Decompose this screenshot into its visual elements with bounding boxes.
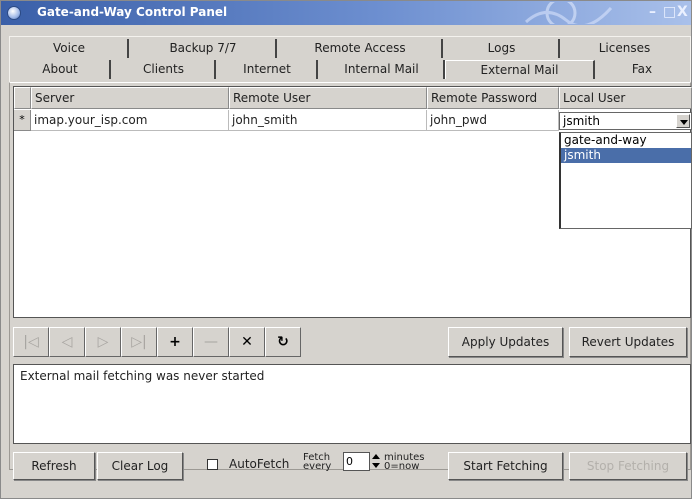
tab-internal-mail[interactable]: Internal Mail (320, 60, 445, 79)
minus-icon: — (204, 334, 218, 350)
refresh-icon: ↻ (277, 334, 289, 350)
last-record-button[interactable]: ▷| (121, 327, 157, 357)
stop-fetching-button[interactable]: Stop Fetching (569, 452, 687, 480)
first-icon: |◁ (23, 334, 39, 350)
dropdown-option-selected[interactable]: jsmith (561, 148, 691, 163)
tab-row-1: Voice Backup 7/7 Remote Access Logs Lice… (11, 39, 687, 58)
close-icon[interactable]: X (677, 4, 688, 20)
remove-record-button[interactable]: — (193, 327, 229, 357)
caret-down-icon[interactable] (372, 463, 380, 468)
column-header-remote-password[interactable]: Remote Password (427, 87, 559, 109)
refresh-button[interactable]: Refresh (13, 452, 95, 480)
cell-remote-password[interactable]: john_pwd (427, 110, 559, 131)
last-icon: ▷| (131, 334, 147, 350)
titlebar-decoration-icon (524, 2, 613, 24)
prev-icon: ◁ (61, 334, 73, 350)
control-panel-window: Gate-and-Way Control Panel – □ X Voice B… (0, 0, 692, 499)
title-bar[interactable]: Gate-and-Way Control Panel – □ X (1, 1, 691, 25)
local-user-dropdown[interactable]: gate-and-way jsmith (559, 132, 692, 229)
tab-backup[interactable]: Backup 7/7 (131, 39, 277, 58)
tab-licenses[interactable]: Licenses (562, 39, 687, 58)
refresh-record-button[interactable]: ↻ (265, 327, 301, 357)
tab-voice[interactable]: Voice (11, 39, 129, 58)
minimize-icon[interactable]: – (649, 4, 656, 20)
first-record-button[interactable]: |◁ (13, 327, 49, 357)
local-user-value: jsmith (563, 114, 600, 128)
log-text: External mail fetching was never started (20, 369, 265, 383)
column-header-remote-user[interactable]: Remote User (229, 87, 427, 109)
add-record-button[interactable]: + (157, 327, 193, 357)
tab-about[interactable]: About (11, 60, 111, 79)
caret-up-icon[interactable] (372, 454, 380, 459)
window-title: Gate-and-Way Control Panel (37, 5, 228, 19)
autofetch-label: AutoFetch (229, 457, 290, 471)
tab-row-2: About Clients Internet Internal Mail Ext… (11, 60, 687, 79)
tab-remote-access[interactable]: Remote Access (279, 39, 443, 58)
start-fetching-button[interactable]: Start Fetching (448, 452, 563, 480)
tab-logs[interactable]: Logs (445, 39, 560, 58)
dropdown-option[interactable]: gate-and-way (561, 133, 691, 148)
cell-server[interactable]: imap.your_isp.com (31, 110, 229, 131)
local-user-select[interactable]: jsmith (559, 112, 692, 130)
tab-clients[interactable]: Clients (113, 60, 216, 79)
autofetch-checkbox[interactable] (207, 459, 218, 470)
prev-record-button[interactable]: ◁ (49, 327, 85, 357)
clear-log-button[interactable]: Clear Log (97, 452, 183, 480)
revert-updates-button[interactable]: Revert Updates (569, 327, 687, 357)
next-record-button[interactable]: ▷ (85, 327, 121, 357)
tab-internet[interactable]: Internet (218, 60, 318, 79)
fetch-interval-stepper[interactable] (370, 452, 381, 471)
maximize-icon[interactable]: □ (663, 4, 676, 20)
tab-fax[interactable]: Fax (597, 60, 687, 79)
app-icon[interactable] (7, 6, 21, 20)
fetch-interval-input[interactable]: 0 (343, 452, 370, 471)
minutes-label-line2: 0=now (384, 461, 420, 472)
row-marker[interactable]: * (14, 110, 31, 131)
table-corner (14, 87, 31, 109)
fetch-every-line2: every (303, 461, 332, 472)
column-header-server[interactable]: Server (31, 87, 229, 109)
chevron-down-icon[interactable] (676, 114, 690, 128)
next-icon: ▷ (97, 334, 109, 350)
x-icon: ✕ (241, 334, 253, 350)
apply-updates-button[interactable]: Apply Updates (448, 327, 563, 357)
column-header-local-user[interactable]: Local User (559, 87, 692, 109)
mail-accounts-table[interactable]: Server Remote User Remote Password Local… (13, 86, 692, 318)
delete-record-button[interactable]: ✕ (229, 327, 265, 357)
tab-external-mail[interactable]: External Mail (445, 60, 595, 79)
cell-remote-user[interactable]: john_smith (229, 110, 427, 131)
plus-icon: + (169, 334, 181, 350)
log-output[interactable]: External mail fetching was never started (13, 364, 691, 444)
